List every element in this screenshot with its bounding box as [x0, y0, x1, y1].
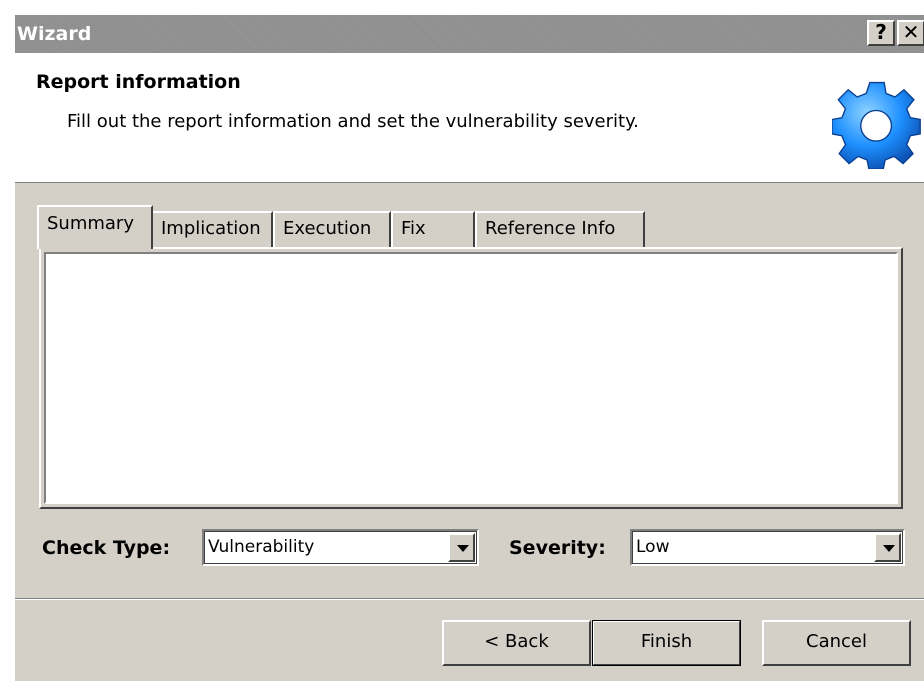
tab-label: Reference Info	[485, 218, 616, 239]
tab-label: Execution	[283, 218, 372, 239]
tab-implication[interactable]: Implication	[151, 211, 273, 247]
tab-fix[interactable]: Fix	[391, 211, 475, 247]
severity-value: Low	[636, 537, 670, 557]
page-title: Report information	[36, 71, 241, 93]
tab-execution[interactable]: Execution	[273, 211, 391, 247]
help-icon: ?	[875, 20, 887, 44]
cancel-button[interactable]: Cancel	[762, 620, 911, 666]
window-title: Wizard	[17, 23, 92, 45]
finish-button[interactable]: Finish	[592, 620, 741, 666]
tab-label: Summary	[47, 213, 134, 234]
title-bar: Wizard ? ✕	[15, 15, 924, 53]
help-button[interactable]: ?	[867, 20, 895, 46]
gear-icon	[832, 81, 921, 169]
close-button[interactable]: ✕	[897, 20, 924, 46]
tab-panel	[39, 247, 903, 509]
check-type-label: Check Type:	[42, 537, 171, 559]
chevron-down-icon[interactable]	[874, 533, 901, 562]
wizard-window: Wizard ? ✕ Report information Fill out t…	[14, 14, 924, 681]
severity-label: Severity:	[509, 537, 606, 559]
severity-select[interactable]: Low	[630, 529, 905, 566]
tab-reference-info[interactable]: Reference Info	[475, 211, 645, 247]
check-type-value: Vulnerability	[208, 537, 315, 557]
divider	[15, 599, 924, 600]
tab-label: Implication	[161, 218, 261, 239]
back-button[interactable]: < Back	[442, 620, 591, 666]
tab-label: Fix	[401, 218, 426, 239]
close-icon: ✕	[902, 20, 920, 44]
wizard-header: Report information Fill out the report i…	[15, 53, 924, 183]
summary-textarea[interactable]	[44, 252, 898, 504]
chevron-down-icon[interactable]	[448, 533, 475, 562]
check-type-select[interactable]: Vulnerability	[202, 529, 479, 566]
page-subtitle: Fill out the report information and set …	[67, 111, 639, 132]
tab-summary[interactable]: Summary	[37, 205, 153, 249]
